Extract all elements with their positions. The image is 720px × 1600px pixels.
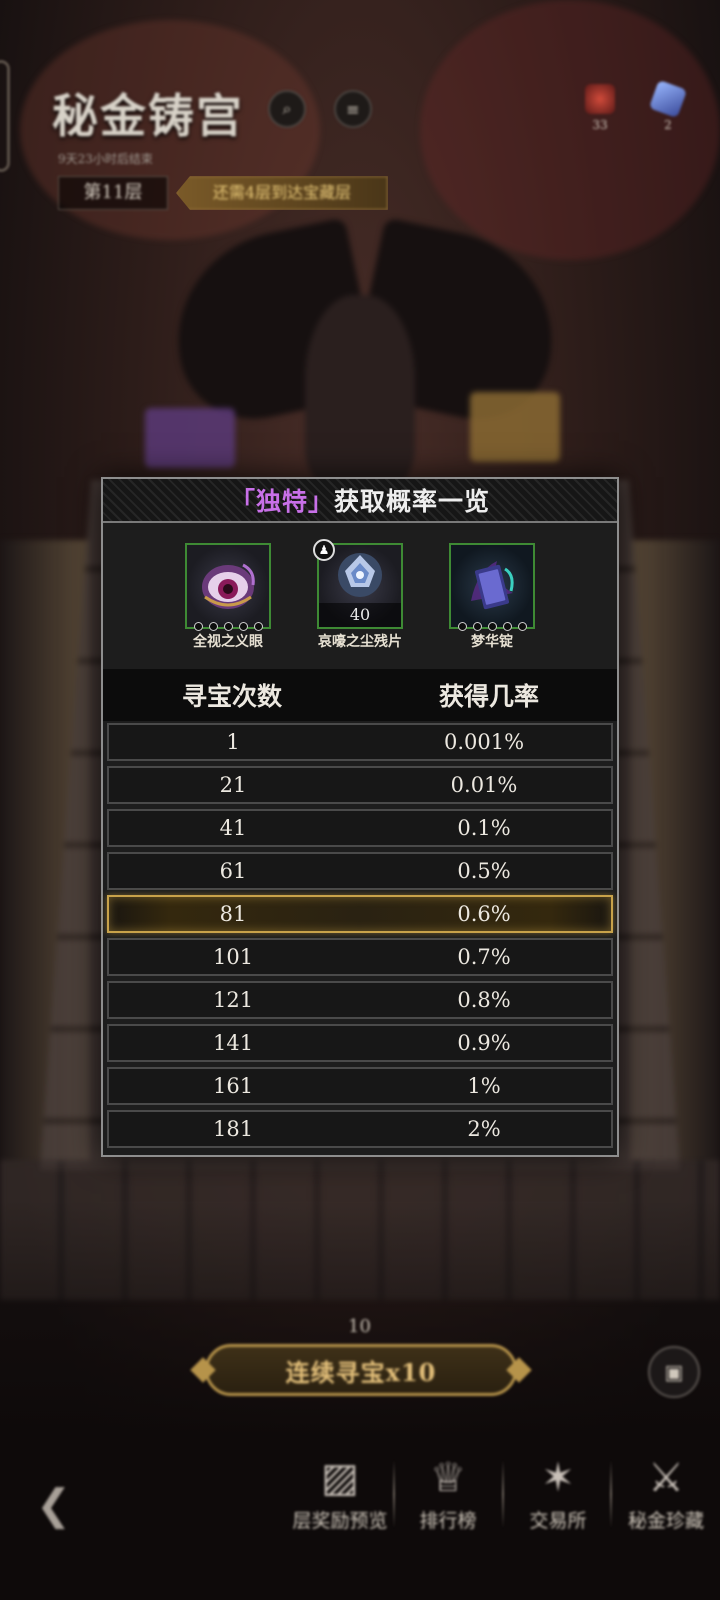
drop-rate-cell: 0.7%: [457, 945, 511, 969]
nav-floor-rewards-label: 层奖励预览: [292, 1510, 388, 1532]
floor-indicator: 第11层: [58, 176, 168, 210]
title-bracket-open: 「: [229, 487, 256, 516]
title-bracket-close: 」: [308, 487, 335, 516]
table-row: 41 0.1%: [107, 809, 613, 847]
reward-item-name: 梦华锭: [471, 634, 513, 650]
character-badge-icon: ♟: [313, 539, 335, 561]
table-row: 81 0.6%: [107, 895, 613, 933]
table-row: 141 0.9%: [107, 1024, 613, 1062]
currency-red[interactable]: 33: [580, 84, 620, 132]
back-button[interactable]: ❮: [36, 1480, 71, 1529]
exchange-shop-icon: ✶: [541, 1455, 575, 1501]
nav-leaderboard[interactable]: ♕ 排行榜: [398, 1450, 498, 1533]
title-rest: 获取概率一览: [334, 487, 491, 516]
search-count-cell: 61: [219, 859, 247, 883]
nav-exchange-label: 交易所: [529, 1510, 587, 1532]
trophy-icon: ♕: [430, 1455, 466, 1501]
drop-rate-cell: 2%: [467, 1117, 501, 1141]
table-row: 1 0.001%: [107, 723, 613, 761]
probability-modal: 「独特」获取概率一览 全视之义眼 ♟ 40 哀嚎之尘残片 梦华锭 寻宝次数 获得…: [101, 477, 619, 1157]
search-count-cell: 41: [219, 816, 247, 840]
drop-rate-cell: 0.8%: [457, 988, 511, 1012]
probability-table: 1 0.001% 21 0.01% 41 0.1% 61 0.5% 81 0.6% 101 0.7% 1…: [103, 721, 617, 1148]
drop-rate-cell: 0.5%: [457, 859, 511, 883]
search-count-cell: 181: [212, 1117, 254, 1141]
table-header: 寻宝次数 获得几率: [103, 669, 617, 721]
floor-tip-banner: 还需4层到达宝藏层: [176, 176, 388, 210]
search-count-cell: 141: [212, 1031, 254, 1055]
nav-exchange[interactable]: ✶ 交易所: [508, 1450, 608, 1533]
streak-count: 10: [348, 1316, 371, 1337]
event-countdown: 9天23小时后结束: [58, 152, 153, 166]
drop-rate-cell: 0.001%: [443, 730, 525, 754]
reward-item-quantity: 40: [319, 603, 401, 627]
reward-item[interactable]: 全视之义眼: [185, 543, 271, 669]
side-panel-handle[interactable]: [0, 60, 10, 172]
table-row: 61 0.5%: [107, 852, 613, 890]
blue-crystal-icon: [648, 79, 688, 119]
menu-button[interactable]: ≡: [334, 90, 372, 128]
search-count-cell: 161: [212, 1074, 254, 1098]
back-arrow-icon: ❮: [36, 1480, 72, 1529]
drop-rate-cell: 0.1%: [457, 816, 511, 840]
drop-rate-cell: 0.6%: [457, 902, 511, 926]
table-row: 121 0.8%: [107, 981, 613, 1019]
continuous-search-button[interactable]: 连续寻宝x10: [205, 1344, 517, 1396]
drop-rate-cell: 1%: [467, 1074, 501, 1098]
modal-header: 「独特」获取概率一览: [103, 479, 617, 523]
nav-leaderboard-label: 排行榜: [419, 1510, 477, 1532]
nav-floor-rewards[interactable]: ▨ 层奖励预览: [290, 1450, 390, 1533]
column-header-count: 寻宝次数: [181, 682, 282, 711]
all-seeing-eye-icon: [202, 563, 255, 609]
magnifier-icon: ⌕: [282, 99, 292, 118]
drop-rate-cell: 0.9%: [457, 1031, 511, 1055]
search-count-cell: 1: [226, 730, 240, 754]
table-row: 181 2%: [107, 1110, 613, 1148]
red-gem-icon: [585, 84, 615, 114]
modal-title: 「独特」获取概率一览: [230, 482, 490, 518]
search-count-cell: 121: [212, 988, 254, 1012]
reward-item-name: 哀嚎之尘残片: [318, 634, 402, 650]
reward-item[interactable]: ♟ 40 哀嚎之尘残片: [313, 539, 403, 669]
nav-treasure-label: 秘金珍藏: [627, 1510, 704, 1532]
search-button[interactable]: ⌕: [268, 90, 306, 128]
currency-red-value: 33: [592, 118, 608, 132]
treasure-icon: ⚔: [648, 1455, 684, 1501]
dream-ingot-icon: [471, 561, 514, 610]
search-count-cell: 21: [219, 773, 247, 797]
table-row: 101 0.7%: [107, 938, 613, 976]
reward-item[interactable]: 梦华锭: [449, 543, 535, 669]
table-row: 161 1%: [107, 1067, 613, 1105]
book-icon: ≡: [346, 99, 360, 119]
reward-items: 全视之义眼 ♟ 40 哀嚎之尘残片 梦华锭: [103, 523, 617, 669]
nav-treasure[interactable]: ⚔ 秘金珍藏: [616, 1450, 716, 1533]
column-header-rate: 获得几率: [438, 682, 539, 711]
currency-blue[interactable]: 2: [648, 79, 688, 132]
bag-icon: ▣: [664, 1360, 684, 1384]
title-highlight: 独特: [255, 487, 308, 516]
reward-item-name: 全视之义眼: [193, 634, 263, 650]
search-count-cell: 81: [219, 902, 247, 926]
search-count-cell: 101: [212, 945, 254, 969]
table-row: 21 0.01%: [107, 766, 613, 804]
drop-rate-cell: 0.01%: [450, 773, 518, 797]
currency-blue-value: 2: [664, 118, 672, 132]
reward-chest-icon: ▨: [321, 1455, 359, 1501]
event-title: 秘金铸宫: [52, 89, 244, 143]
bag-button[interactable]: ▣: [648, 1346, 700, 1398]
